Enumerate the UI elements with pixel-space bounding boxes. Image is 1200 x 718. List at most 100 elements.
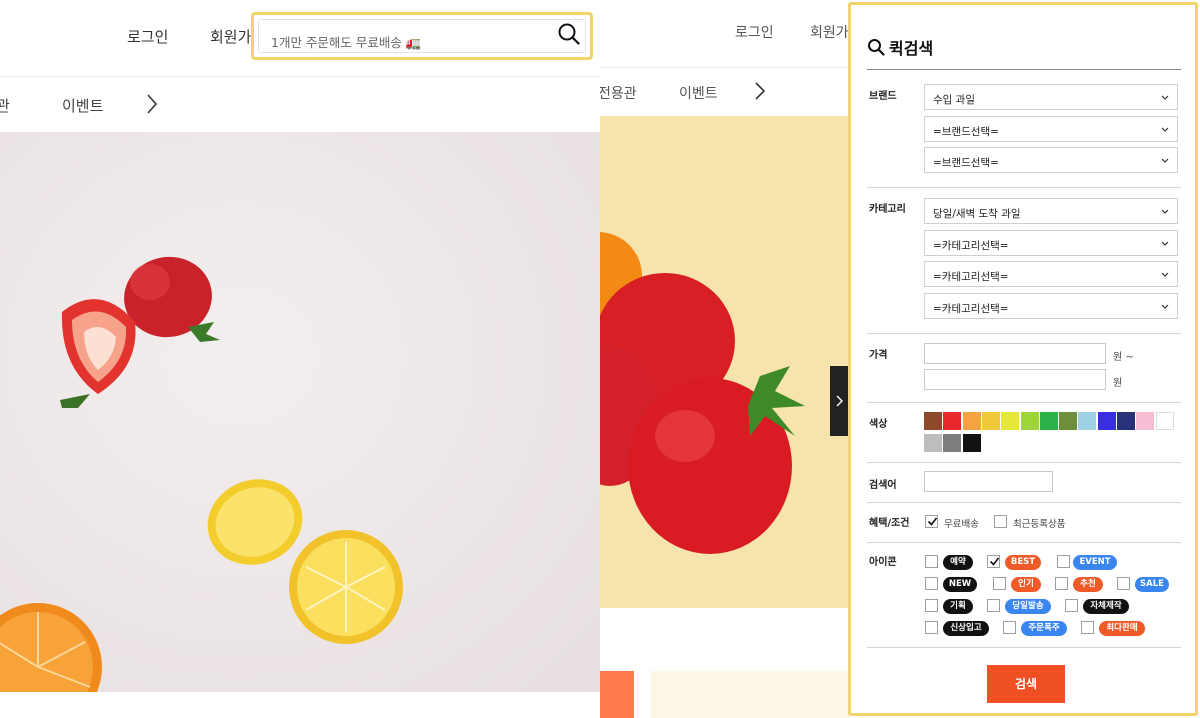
nav-item-event[interactable]: 이벤트 — [62, 95, 103, 116]
price-max-input[interactable] — [924, 369, 1106, 390]
badge-sameday: 당일발송 — [1005, 599, 1051, 614]
promo-block-orange — [600, 671, 634, 718]
recent-products-checkbox[interactable] — [994, 515, 1007, 528]
login-link[interactable]: 로그인 — [127, 26, 168, 47]
mid-login-link[interactable]: 로그인 — [735, 22, 774, 42]
color-swatch[interactable] — [1097, 412, 1116, 430]
free-shipping-label: 무료배송 — [944, 519, 979, 530]
category-select-4[interactable]: =카테고리선택= — [924, 293, 1178, 319]
badge-checkbox-popular[interactable] — [993, 577, 1006, 590]
mid-nav-item-partial[interactable]: 전용관 — [600, 83, 637, 103]
brand-select-3[interactable]: =브랜드선택= — [924, 147, 1178, 173]
signup-link[interactable]: 회원가 — [210, 26, 251, 47]
select-value: =브랜드선택= — [933, 157, 999, 169]
mid-chevron-right-icon[interactable] — [750, 80, 770, 102]
select-value: 수입 과일 — [933, 94, 975, 106]
select-value: =카테고리선택= — [933, 303, 1009, 315]
header-divider — [0, 76, 600, 77]
badge-checkbox-plan[interactable] — [925, 599, 938, 612]
price-min-input[interactable] — [924, 343, 1106, 364]
color-swatch[interactable] — [1117, 412, 1135, 430]
badge-checkbox-order-surge[interactable] — [1003, 621, 1016, 634]
badge-checkbox-best[interactable] — [987, 555, 1000, 568]
chevron-down-icon — [1161, 158, 1169, 163]
chevron-down-icon — [1161, 209, 1169, 214]
orange-image — [0, 603, 102, 692]
price-label: 가격 — [869, 350, 888, 361]
divider — [867, 502, 1181, 503]
hero-banner — [0, 132, 600, 692]
color-swatch[interactable] — [1039, 412, 1058, 430]
brand-select-1[interactable]: 수입 과일 — [924, 84, 1178, 110]
badge-event: EVENT — [1073, 555, 1117, 570]
search-submit-button[interactable]: 검색 — [987, 665, 1065, 703]
icon-label: 아이콘 — [869, 557, 897, 568]
nav-item-partial[interactable]: 관 — [0, 95, 10, 116]
keyword-input[interactable] — [924, 471, 1053, 492]
chevron-down-icon — [1161, 95, 1169, 100]
chevron-down-icon — [1161, 127, 1169, 132]
color-swatch[interactable] — [1078, 412, 1097, 430]
search-input[interactable]: 1개만 주문해도 무료배송 🚛 — [258, 19, 586, 53]
color-swatch[interactable] — [943, 434, 962, 452]
chevron-right-icon — [836, 395, 843, 407]
mid-strawberry-image — [600, 273, 805, 554]
badge-checkbox-best-seller[interactable] — [1081, 621, 1094, 634]
badge-checkbox-new[interactable] — [925, 577, 938, 590]
color-swatch[interactable] — [924, 412, 942, 430]
chevron-right-icon[interactable] — [140, 92, 164, 116]
chevron-down-icon — [1161, 241, 1169, 246]
badge-order-surge: 주문폭주 — [1021, 621, 1067, 636]
badge-recommend: 추천 — [1073, 577, 1103, 592]
color-swatch[interactable] — [962, 434, 981, 452]
color-swatch[interactable] — [924, 434, 942, 452]
free-shipping-checkbox[interactable] — [925, 515, 938, 528]
color-swatch[interactable] — [1136, 412, 1155, 430]
search-placeholder: 1개만 주문해도 무료배송 🚛 — [271, 35, 422, 50]
category-select-3[interactable]: =카테고리선택= — [924, 261, 1178, 287]
strawberry-image — [60, 256, 220, 408]
color-swatch[interactable] — [1059, 412, 1078, 430]
search-box[interactable]: 1개만 주문해도 무료배송 🚛 — [251, 12, 593, 60]
badge-checkbox-recommend[interactable] — [1055, 577, 1068, 590]
price-unit-to: 원 — [1113, 378, 1123, 389]
color-swatch[interactable] — [981, 412, 1000, 430]
badge-checkbox-new-arrival[interactable] — [925, 621, 938, 634]
select-value: =카테고리선택= — [933, 271, 1009, 283]
divider — [867, 647, 1181, 648]
divider — [867, 333, 1181, 334]
color-swatch[interactable] — [1001, 412, 1020, 430]
color-label: 색상 — [869, 419, 888, 430]
chevron-down-icon — [1161, 304, 1169, 309]
badge-checkbox-sale[interactable] — [1117, 577, 1130, 590]
search-icon[interactable] — [556, 21, 582, 47]
mid-nav-item-event[interactable]: 이벤트 — [679, 83, 718, 103]
mid-hero-banner — [600, 116, 850, 608]
quick-search-title: 퀵검색 — [889, 39, 934, 58]
color-swatch[interactable] — [1155, 412, 1174, 430]
badge-checkbox-own-made[interactable] — [1065, 599, 1078, 612]
select-value: =브랜드선택= — [933, 126, 999, 138]
left-page: 로그인 회원가 1개만 주문해도 무료배송 🚛 관 이벤트 — [0, 0, 600, 718]
divider — [867, 542, 1181, 543]
badge-best-seller: 최다판매 — [1099, 621, 1145, 636]
mid-signup-link[interactable]: 회원가 — [810, 22, 849, 42]
category-select-2[interactable]: =카테고리선택= — [924, 230, 1178, 256]
lemon-image — [207, 479, 403, 644]
fruit-illustration — [0, 256, 403, 692]
mid-fruit-illustration — [600, 232, 805, 554]
category-select-1[interactable]: 당일/새벽 도착 과일 — [924, 198, 1178, 224]
color-swatch[interactable] — [943, 412, 962, 430]
color-swatch[interactable] — [962, 412, 981, 430]
slider-next-button[interactable] — [830, 366, 850, 436]
quick-search-panel: 퀵검색 브랜드 수입 과일 =브랜드선택= =브랜드선택= 카테고리 당일/새벽… — [848, 2, 1198, 716]
divider — [867, 69, 1181, 70]
color-swatch[interactable] — [1020, 412, 1039, 430]
brand-select-2[interactable]: =브랜드선택= — [924, 116, 1178, 142]
badge-checkbox-event[interactable] — [1057, 555, 1070, 568]
badge-checkbox-reserve[interactable] — [925, 555, 938, 568]
badge-checkbox-sameday[interactable] — [987, 599, 1000, 612]
badge-new: NEW — [943, 577, 977, 592]
promo-block-cream — [651, 671, 850, 718]
search-icon — [868, 39, 885, 56]
